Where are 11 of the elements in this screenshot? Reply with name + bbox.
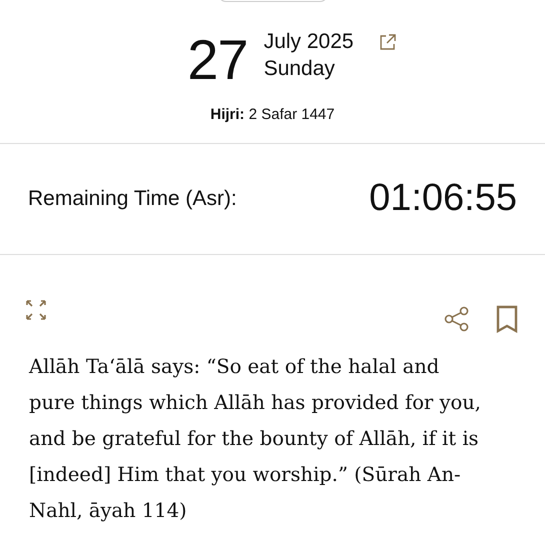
countdown-time: 01:06:55 — [369, 176, 517, 221]
weekday: Sunday — [264, 56, 336, 82]
remaining-time-label: Remaining Time (Asr): — [28, 186, 237, 212]
external-link-icon[interactable] — [378, 32, 398, 52]
quote-paragraph: Allāh Taʻālā says: “So eat of the halal and pure things which Allāh has provided for you, and be grateful for the bounty of Allāh, if it is [indeed] Him that you worship.” (Sūrah An-Nahl, āyah 114) — [29, 354, 482, 524]
share-icon[interactable] — [443, 304, 471, 332]
bookmark-icon[interactable] — [495, 304, 519, 332]
day-number: 27 — [187, 32, 248, 88]
expand-icon[interactable] — [24, 298, 48, 322]
hijri-date: Hijri: 2 Safar 1447 — [209, 105, 336, 125]
month-year: July 2025 — [264, 29, 354, 55]
